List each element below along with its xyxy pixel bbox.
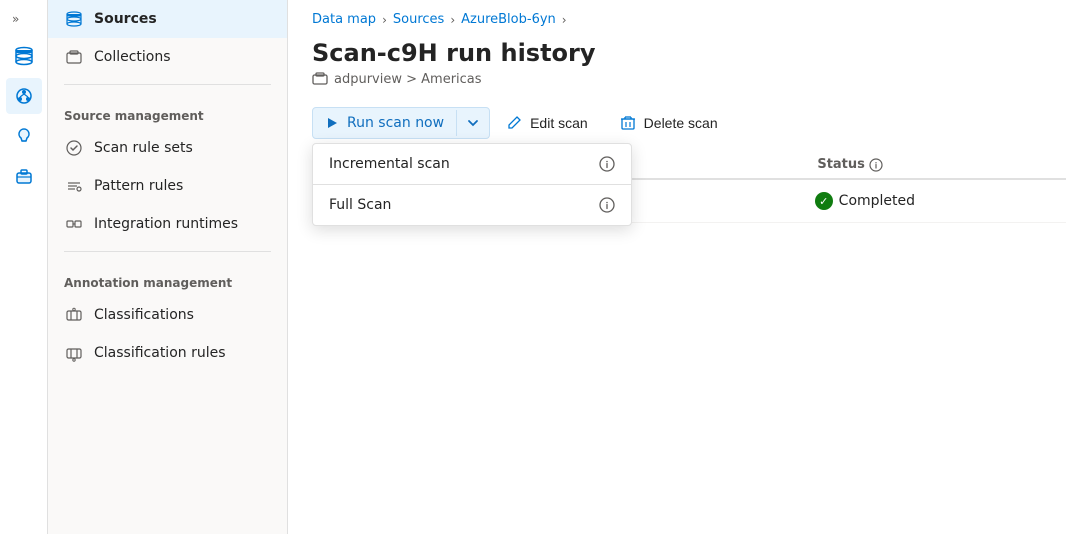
incremental-scan-option[interactable]: Incremental scan bbox=[313, 144, 631, 184]
full-scan-option[interactable]: Full Scan bbox=[313, 185, 631, 225]
page-subtitle: adpurview > Americas bbox=[312, 71, 1066, 87]
breadcrumb-sep-1: › bbox=[382, 13, 387, 27]
tools-rail-icon[interactable] bbox=[6, 158, 42, 194]
breadcrumb-sep-3: › bbox=[562, 13, 567, 27]
page-title: Scan-c9H run history bbox=[312, 39, 1066, 67]
trash-icon bbox=[620, 115, 636, 131]
collection-icon bbox=[312, 71, 328, 87]
classification-rules-icon bbox=[64, 343, 84, 363]
classifications-icon bbox=[64, 305, 84, 325]
delete-scan-text: Delete scan bbox=[644, 115, 718, 131]
run-scan-dropdown-button[interactable] bbox=[456, 110, 489, 136]
status-cell: ✓ Completed bbox=[815, 192, 1066, 210]
breadcrumb-sep-2: › bbox=[450, 13, 455, 27]
breadcrumb-azure-blob[interactable]: AzureBlob-6yn bbox=[461, 12, 556, 27]
edit-scan-button[interactable]: Edit scan bbox=[490, 108, 604, 138]
integration-runtimes-icon bbox=[64, 214, 84, 234]
divider-1 bbox=[64, 84, 271, 85]
annotation-management-header: Annotation management bbox=[48, 260, 287, 296]
run-scan-label[interactable]: Run scan now bbox=[313, 108, 456, 138]
play-icon bbox=[325, 116, 339, 130]
toolbar: Run scan now Edit scan bbox=[288, 99, 1090, 147]
classification-rules-label: Classification rules bbox=[94, 345, 226, 361]
integration-runtimes-label: Integration runtimes bbox=[94, 216, 238, 232]
page-subtitle-text: adpurview > Americas bbox=[334, 72, 482, 87]
status-label: Completed bbox=[839, 193, 915, 209]
incremental-scan-label: Incremental scan bbox=[329, 156, 450, 172]
breadcrumb: Data map › Sources › AzureBlob-6yn › bbox=[288, 0, 1090, 31]
run-scan-text: Run scan now bbox=[347, 115, 444, 131]
full-scan-info-icon[interactable] bbox=[599, 197, 615, 213]
delete-scan-button[interactable]: Delete scan bbox=[604, 108, 734, 138]
sidebar: Sources Collections Source management Sc… bbox=[48, 0, 288, 534]
completed-icon: ✓ bbox=[815, 192, 833, 210]
scan-rule-sets-icon bbox=[64, 138, 84, 158]
col-header-status: Status bbox=[817, 157, 1066, 172]
sidebar-item-collections[interactable]: Collections bbox=[48, 38, 287, 76]
icon-rail: » bbox=[0, 0, 48, 534]
lightbulb-rail-icon[interactable] bbox=[6, 118, 42, 154]
full-scan-label: Full Scan bbox=[329, 197, 391, 213]
sidebar-item-classifications[interactable]: Classifications bbox=[48, 296, 287, 334]
collections-icon bbox=[64, 47, 84, 67]
source-management-header: Source management bbox=[48, 93, 287, 129]
page-header: Scan-c9H run history adpurview > America… bbox=[288, 31, 1090, 99]
sidebar-item-integration-runtimes[interactable]: Integration runtimes bbox=[48, 205, 287, 243]
sidebar-collections-label: Collections bbox=[94, 49, 171, 65]
classifications-label: Classifications bbox=[94, 307, 194, 323]
status-header-label: Status bbox=[817, 157, 865, 172]
status-completed: ✓ Completed bbox=[815, 192, 915, 210]
run-scan-now-button[interactable]: Run scan now bbox=[312, 107, 490, 139]
edit-scan-text: Edit scan bbox=[530, 115, 588, 131]
pattern-rules-icon bbox=[64, 176, 84, 196]
run-scan-dropdown-menu: Incremental scan Full Scan bbox=[312, 143, 632, 226]
sidebar-item-pattern-rules[interactable]: Pattern rules bbox=[48, 167, 287, 205]
data-catalog-rail-icon[interactable] bbox=[6, 38, 42, 74]
sidebar-item-scan-rule-sets[interactable]: Scan rule sets bbox=[48, 129, 287, 167]
collapse-rail-button[interactable]: » bbox=[8, 8, 23, 30]
breadcrumb-sources[interactable]: Sources bbox=[393, 12, 444, 27]
sidebar-item-classification-rules[interactable]: Classification rules bbox=[48, 334, 287, 372]
sources-icon bbox=[64, 9, 84, 29]
main-content: Data map › Sources › AzureBlob-6yn › Sca… bbox=[288, 0, 1090, 534]
status-info-icon[interactable] bbox=[869, 158, 883, 172]
data-share-rail-icon[interactable] bbox=[6, 78, 42, 114]
sidebar-sources-label: Sources bbox=[94, 11, 157, 27]
breadcrumb-data-map[interactable]: Data map bbox=[312, 12, 376, 27]
pattern-rules-label: Pattern rules bbox=[94, 178, 183, 194]
divider-2 bbox=[64, 251, 271, 252]
edit-icon bbox=[506, 115, 522, 131]
incremental-scan-info-icon[interactable] bbox=[599, 156, 615, 172]
scan-rule-sets-label: Scan rule sets bbox=[94, 140, 193, 156]
sidebar-item-sources[interactable]: Sources bbox=[48, 0, 287, 38]
